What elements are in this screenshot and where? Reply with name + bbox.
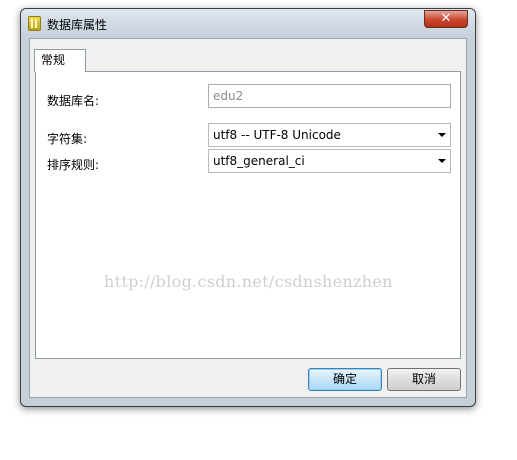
charset-select[interactable]: utf8 -- UTF-8 Unicode bbox=[208, 123, 451, 147]
general-tab-panel: 数据库名: edu2 字符集: utf8 -- UTF-8 Unicode 排序… bbox=[35, 71, 461, 359]
collation-label: 排序规则: bbox=[47, 158, 100, 172]
charset-select-value: utf8 -- UTF-8 Unicode bbox=[213, 128, 341, 142]
chevron-down-icon[interactable] bbox=[438, 159, 446, 163]
charset-label: 字符集: bbox=[47, 132, 88, 146]
close-button[interactable]: ✕ bbox=[424, 10, 468, 28]
chevron-down-icon[interactable] bbox=[438, 133, 446, 137]
db-name-label: 数据库名: bbox=[47, 94, 100, 108]
database-app-icon bbox=[28, 16, 41, 31]
collation-select-value: utf8_general_ci bbox=[213, 154, 305, 168]
collation-select[interactable]: utf8_general_ci bbox=[208, 149, 451, 173]
dialog-client-area: 常规 数据库名: edu2 字符集: utf8 -- UTF-8 Unicode… bbox=[29, 38, 467, 398]
cancel-button[interactable]: 取消 bbox=[387, 368, 461, 391]
database-properties-dialog: 数据库属性 ✕ 常规 数据库名: edu2 字符集: utf8 -- UTF-8… bbox=[20, 8, 476, 407]
db-name-field[interactable]: edu2 bbox=[208, 84, 451, 108]
window-title: 数据库属性 bbox=[47, 18, 108, 32]
tab-general[interactable]: 常规 bbox=[34, 49, 86, 72]
ok-button[interactable]: 确定 bbox=[308, 368, 382, 391]
watermark-text: http://blog.csdn.net/csdnshenzhen bbox=[104, 272, 393, 291]
title-bar[interactable]: 数据库属性 ✕ bbox=[21, 9, 475, 37]
